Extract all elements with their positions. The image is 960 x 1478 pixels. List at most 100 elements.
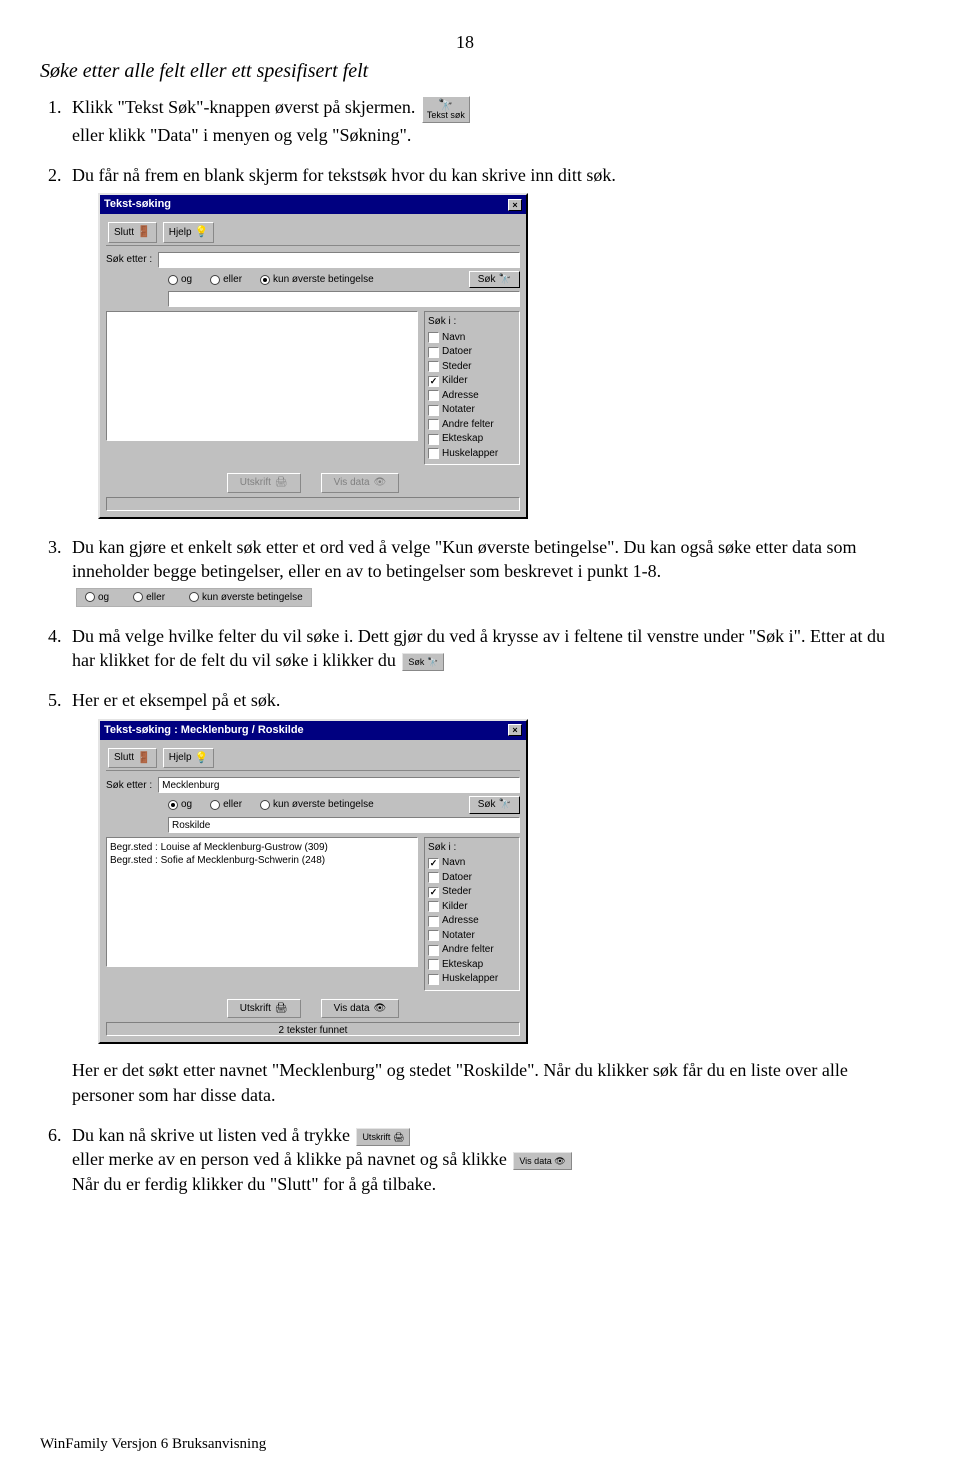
slutt-label: Slutt — [114, 226, 134, 240]
chk-datoer[interactable] — [428, 872, 439, 883]
radio-kun[interactable]: kun øverste betingelse — [260, 273, 374, 287]
sok-i-header: Søk i : — [428, 315, 516, 329]
dialog1-radios: og eller kun øverste betingelse — [168, 273, 374, 287]
chk-ekteskap[interactable] — [428, 434, 439, 445]
result-row[interactable]: Begr.sted : Louise af Mecklenburg-Gustro… — [110, 841, 414, 855]
dialog1-toolbar: Slutt 🚪 Hjelp 💡 — [106, 220, 520, 246]
hjelp-button[interactable]: Hjelp 💡 — [163, 222, 215, 243]
eye-icon: 👁 — [554, 1156, 565, 1166]
chk-andre[interactable] — [428, 419, 439, 430]
sok-i-panel: Søk i : Navn Datoer Steder Kilder Adress… — [424, 837, 520, 991]
utskrift-button[interactable]: Utskrift 🖨 — [227, 473, 301, 493]
vis-data-inline-button[interactable]: Vis data 👁 — [513, 1152, 571, 1170]
step-6c: Når du er ferdig klikker du "Slutt" for … — [72, 1174, 436, 1194]
radio-og[interactable]: og — [168, 798, 192, 812]
radio-eller[interactable]: eller — [210, 798, 242, 812]
dialog1-titlebar: Tekst-søking × — [100, 195, 526, 214]
dialog2-toolbar: Slutt 🚪 Hjelp 💡 — [106, 746, 520, 772]
page-footer: WinFamily Versjon 6 Bruksanvisning — [40, 1434, 266, 1454]
hjelp-button[interactable]: Hjelp 💡 — [163, 748, 215, 769]
chk-huskelapper[interactable] — [428, 974, 439, 985]
utskrift-label: Utskrift — [240, 1002, 271, 1016]
radio-strip-inline: og eller kun øverste betingelse — [76, 588, 312, 608]
chk-notater[interactable] — [428, 930, 439, 941]
chk-kilder[interactable] — [428, 901, 439, 912]
eye-icon: 👁 — [374, 1002, 387, 1016]
radio-eller[interactable]: eller — [210, 273, 242, 287]
tekst-sok-button[interactable]: 🔭 Tekst søk — [422, 96, 470, 123]
chk-navn[interactable] — [428, 332, 439, 343]
step-3: Du kan gjøre et enkelt søk etter et ord … — [66, 535, 890, 608]
step-5-text: Her er et eksempel på et søk. — [72, 690, 280, 710]
chk-datoer[interactable] — [428, 347, 439, 358]
help-icon: 💡 — [195, 225, 209, 240]
step-1-line-b: eller klikk "Data" i menyen og velg "Søk… — [72, 125, 411, 145]
slutt-label: Slutt — [114, 751, 134, 765]
sok-button[interactable]: Søk 🔭 — [469, 796, 520, 814]
binoculars-icon: 🔭 — [499, 798, 511, 812]
vis-data-inline-label: Vis data — [519, 1156, 551, 1166]
results-list[interactable]: Begr.sted : Louise af Mecklenburg-Gustro… — [106, 837, 418, 967]
sok-button[interactable]: Søk 🔭 — [469, 271, 520, 289]
dialog2-radios: og eller kun øverste betingelse — [168, 798, 374, 812]
utskrift-button[interactable]: Utskrift 🖨 — [227, 999, 301, 1019]
strip-radio-eller[interactable]: eller — [133, 591, 165, 605]
dialog2-titlebar: Tekst-søking : Mecklenburg / Roskilde × — [100, 721, 526, 740]
text-search-dialog-example: Tekst-søking : Mecklenburg / Roskilde × … — [98, 719, 528, 1045]
close-icon[interactable]: × — [508, 724, 522, 736]
vis-data-button[interactable]: Vis data 👁 — [321, 999, 400, 1019]
chk-steder[interactable] — [428, 361, 439, 372]
step-4: Du må velge hvilke felter du vil søke i.… — [66, 624, 890, 673]
chk-adresse[interactable] — [428, 390, 439, 401]
door-icon: 🚪 — [137, 225, 151, 240]
slutt-button[interactable]: Slutt 🚪 — [108, 222, 157, 243]
eye-icon: 👁 — [374, 476, 387, 490]
chk-kilder[interactable] — [428, 376, 439, 387]
dialog2-title: Tekst-søking : Mecklenburg / Roskilde — [104, 723, 304, 738]
step-1: Klikk "Tekst Søk"-knappen øverst på skje… — [66, 95, 890, 147]
result-row[interactable]: Begr.sted : Sofie af Mecklenburg-Schweri… — [110, 854, 414, 868]
hjelp-label: Hjelp — [169, 226, 192, 240]
step-3-text: Du kan gjøre et enkelt søk etter et ord … — [72, 537, 856, 581]
close-icon[interactable]: × — [508, 199, 522, 211]
text-search-dialog-blank: Tekst-søking × Slutt 🚪 Hjelp 💡 — [98, 193, 528, 519]
hjelp-label: Hjelp — [169, 751, 192, 765]
sok-inline-label: Søk — [408, 657, 424, 667]
strip-radio-og[interactable]: og — [85, 591, 109, 605]
printer-icon: 🖨 — [393, 1132, 404, 1142]
chk-huskelapper[interactable] — [428, 448, 439, 459]
step-5-followup: Her er det søkt etter navnet "Mecklenbur… — [72, 1060, 848, 1104]
search-input-1[interactable]: Mecklenburg — [158, 777, 520, 793]
vis-data-label: Vis data — [334, 1002, 370, 1016]
search-input-2[interactable]: Roskilde — [168, 817, 520, 833]
step-2-text: Du får nå frem en blank skjerm for tekst… — [72, 165, 616, 185]
step-6: Du kan nå skrive ut listen ved å trykke … — [66, 1123, 890, 1196]
utskrift-label: Utskrift — [240, 476, 271, 490]
utskrift-inline-button[interactable]: Utskrift 🖨 — [356, 1128, 410, 1146]
chk-steder[interactable] — [428, 887, 439, 898]
radio-kun[interactable]: kun øverste betingelse — [260, 798, 374, 812]
radio-og[interactable]: og — [168, 273, 192, 287]
sok-i-header: Søk i : — [428, 841, 516, 855]
page-number: 18 — [40, 30, 890, 54]
sok-label: Søk — [478, 798, 496, 812]
tekst-sok-label: Tekst søk — [427, 110, 465, 120]
vis-data-button[interactable]: Vis data 👁 — [321, 473, 400, 493]
chk-navn[interactable] — [428, 858, 439, 869]
chk-andre[interactable] — [428, 945, 439, 956]
vis-data-label: Vis data — [334, 476, 370, 490]
chk-adresse[interactable] — [428, 916, 439, 927]
search-input-2[interactable] — [168, 291, 520, 307]
binoculars-icon: 🔭 — [499, 273, 511, 287]
results-list[interactable] — [106, 311, 418, 441]
chk-notater[interactable] — [428, 405, 439, 416]
binoculars-icon: 🔭 — [427, 657, 438, 667]
step-5: Her er et eksempel på et søk. Tekst-søki… — [66, 688, 890, 1107]
strip-radio-kun[interactable]: kun øverste betingelse — [189, 591, 303, 605]
search-input-1[interactable] — [158, 252, 520, 268]
slutt-button[interactable]: Slutt 🚪 — [108, 748, 157, 769]
sok-inline-button[interactable]: Søk 🔭 — [402, 653, 444, 671]
chk-ekteskap[interactable] — [428, 959, 439, 970]
sok-i-panel: Søk i : Navn Datoer Steder Kilder Adress… — [424, 311, 520, 465]
section-heading: Søke etter alle felt eller ett spesifise… — [40, 58, 890, 85]
